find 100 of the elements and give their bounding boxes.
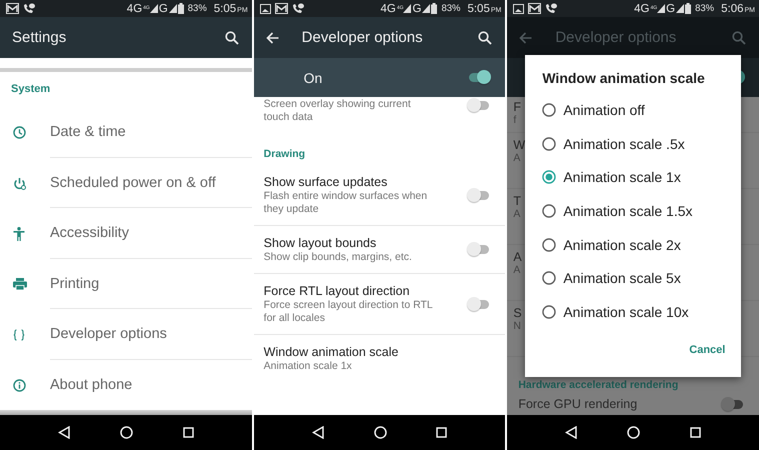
recents-icon[interactable] <box>690 427 702 438</box>
radio-button[interactable] <box>542 136 556 151</box>
phone-icon <box>545 3 558 14</box>
battery-percent: 83% <box>188 3 207 14</box>
battery-percent: 83% <box>695 3 714 14</box>
image-icon <box>513 4 524 14</box>
radio-option[interactable]: Animation scale 1x <box>542 160 687 194</box>
setting-summary: A <box>513 264 520 276</box>
mail-icon <box>6 3 19 14</box>
network-type: 4G <box>634 2 650 14</box>
battery-icon <box>685 3 692 14</box>
home-icon[interactable] <box>627 426 640 439</box>
info-icon <box>13 378 26 392</box>
home-icon[interactable] <box>120 426 133 439</box>
radio-button[interactable] <box>542 304 556 319</box>
settings-item[interactable]: Date & time <box>0 107 252 158</box>
network-type: G <box>412 2 422 14</box>
settings-item[interactable]: Accessibility <box>0 208 252 259</box>
setting-summary: f <box>513 114 516 126</box>
setting-title: Force GPU rendering <box>518 397 638 412</box>
section-header: Hardware accelerated rendering <box>517 378 680 393</box>
setting-summary: Force screen layout direction to RTL for all locales <box>264 299 434 325</box>
signal-icon <box>150 4 158 13</box>
setting-title[interactable]: Show layout bounds <box>264 235 434 251</box>
recents-icon[interactable] <box>182 427 194 438</box>
setting-title: S <box>513 306 522 320</box>
signal-icon <box>422 4 430 13</box>
setting-title[interactable]: Force RTL layout direction <box>264 283 434 299</box>
settings-item[interactable]: Printing <box>0 258 252 310</box>
back-icon[interactable] <box>312 426 324 439</box>
clock-time: 5:06 <box>721 2 744 14</box>
section-header: Drawing <box>262 147 306 162</box>
setting-title: F <box>513 100 521 114</box>
setting-summary: N <box>513 320 521 332</box>
radio-button[interactable] <box>542 170 556 184</box>
toggle-switch[interactable] <box>467 70 490 85</box>
back-icon[interactable] <box>565 426 578 439</box>
toolbar-title: Settings <box>12 29 68 46</box>
radio-option[interactable]: Animation scale 10x <box>542 295 695 329</box>
signal-icon <box>168 4 177 13</box>
radio-option[interactable]: Animation scale 5x <box>542 261 687 296</box>
search-icon[interactable] <box>224 30 239 44</box>
battery-icon <box>178 3 184 14</box>
setting-title: T <box>513 194 521 208</box>
network-type: G <box>666 2 676 14</box>
search-icon[interactable] <box>478 30 492 44</box>
network-type: G <box>158 2 168 14</box>
setting-summary: Show clip bounds, margins, etc. <box>264 251 413 264</box>
toggle-switch[interactable] <box>721 397 744 412</box>
setting-title: W <box>513 138 526 152</box>
battery-percent: 83% <box>441 3 460 14</box>
clock-time: 5:05 <box>214 2 236 14</box>
setting-summary: Animation scale 1x <box>264 360 353 373</box>
dialog-title: Window animation scale <box>542 70 705 88</box>
radio-button[interactable] <box>542 271 556 286</box>
signal-icon <box>657 4 666 13</box>
setting-summary: Flash entire window surfaces when they update <box>264 190 428 216</box>
network-type: 4G <box>380 2 396 14</box>
radio-option[interactable]: Animation scale .5x <box>542 126 691 160</box>
image-icon <box>260 4 271 14</box>
mail-icon <box>274 3 288 14</box>
phone-icon <box>23 3 35 14</box>
clock-time: 5:05 <box>467 2 490 14</box>
toggle-switch[interactable] <box>467 188 490 202</box>
cancel-button[interactable]: Cancel <box>687 340 728 360</box>
signal-icon <box>403 4 412 13</box>
mail-icon <box>528 3 542 14</box>
settings-item[interactable]: Developer options <box>0 309 252 360</box>
toggle-switch[interactable] <box>467 296 490 312</box>
toolbar-title: Developer options <box>555 29 678 46</box>
toolbar-title: Developer options <box>302 29 424 46</box>
setting-title[interactable]: Show surface updates <box>264 174 434 190</box>
radio-option[interactable]: Animation scale 1.5x <box>542 194 699 228</box>
printer-icon <box>13 278 27 290</box>
radio-button[interactable] <box>542 238 556 252</box>
settings-item[interactable]: About phone <box>0 360 252 410</box>
home-icon[interactable] <box>374 426 386 439</box>
setting-summary: Screen overlay showing current touch data <box>264 98 412 124</box>
signal-icon <box>676 4 684 13</box>
setting-title: A <box>513 250 522 264</box>
back-icon[interactable] <box>58 426 70 439</box>
toggle-switch[interactable] <box>467 98 490 113</box>
settings-item[interactable]: Scheduled power on & off <box>0 158 252 208</box>
setting-summary: A <box>513 208 520 220</box>
setting-summary: A <box>513 152 520 164</box>
radio-button[interactable] <box>542 102 556 117</box>
radio-option[interactable]: Animation off <box>542 93 651 127</box>
braces-icon <box>13 328 25 341</box>
master-switch-label: On <box>304 70 322 86</box>
setting-title[interactable]: Window animation scale <box>264 344 456 360</box>
section-header: System <box>10 82 50 97</box>
battery-icon <box>431 3 438 14</box>
radio-option[interactable]: Animation scale 2x <box>542 228 687 262</box>
accessibility-icon <box>13 226 25 241</box>
clock-icon <box>13 126 26 140</box>
recents-icon[interactable] <box>436 427 448 438</box>
power-icon <box>13 176 26 190</box>
network-type: 4G <box>126 2 142 14</box>
toggle-switch[interactable] <box>467 242 490 257</box>
radio-button[interactable] <box>542 204 556 218</box>
